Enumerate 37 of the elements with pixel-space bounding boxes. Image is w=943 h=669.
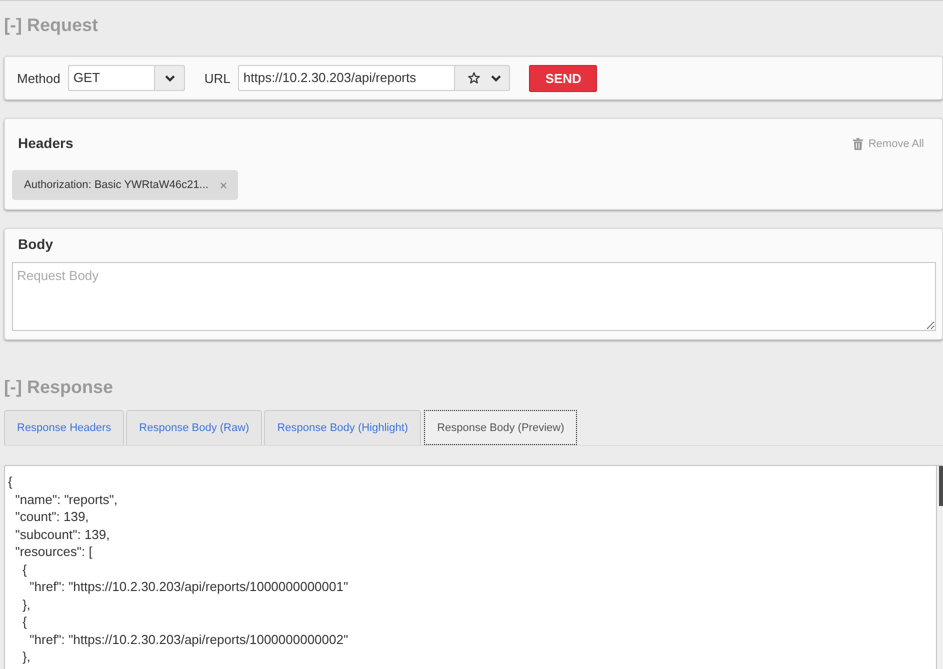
tab[interactable]: Response Body (Preview) bbox=[424, 410, 578, 445]
caret-icon bbox=[490, 74, 501, 82]
send-button[interactable]: SEND bbox=[529, 64, 598, 92]
code-line: "href": "https://10.2.30.203/api/reports/1000000000001" bbox=[28, 578, 348, 596]
section-title[interactable]: [-] Response bbox=[4, 376, 114, 398]
remove-all-button[interactable]: Remove All bbox=[853, 138, 924, 150]
url-label: URL bbox=[204, 70, 230, 86]
close-icon bbox=[220, 182, 228, 188]
history-dropdown-button[interactable] bbox=[482, 65, 510, 91]
request-body-field[interactable]: Request Body bbox=[12, 262, 936, 331]
code-line: { bbox=[8, 473, 12, 490]
tab[interactable]: Response Body (Raw) bbox=[126, 410, 262, 445]
method-dropdown-button[interactable] bbox=[155, 65, 186, 91]
method-label: Method bbox=[17, 70, 60, 86]
bookmark-button[interactable] bbox=[455, 65, 482, 91]
code-line: "count": 139, bbox=[14, 508, 89, 526]
url-field[interactable]: https://10.2.30.203/api/reports bbox=[238, 65, 456, 91]
caret-icon bbox=[164, 74, 175, 82]
code-line: { bbox=[21, 560, 27, 578]
remove-header-button[interactable] bbox=[220, 182, 228, 188]
tab[interactable]: Response Headers bbox=[4, 410, 124, 445]
star-icon bbox=[468, 72, 480, 84]
tab[interactable]: Response Body (Highlight) bbox=[264, 410, 422, 445]
method-field[interactable]: GET bbox=[68, 65, 156, 91]
headers-title: Headers bbox=[18, 135, 74, 152]
code-line: "subcount": 139, bbox=[14, 526, 110, 543]
header-tag-text: Authorization: Basic YWRtaW46c21... bbox=[24, 179, 208, 191]
code-line: "resources": [ bbox=[14, 543, 92, 560]
code-line: }, bbox=[21, 648, 30, 666]
trash-icon bbox=[853, 138, 864, 150]
code-line: }, bbox=[21, 596, 30, 613]
code-line: "name": "reports", bbox=[14, 490, 118, 508]
scrollbar-thumb[interactable] bbox=[939, 466, 943, 506]
code-line: "href": "https://10.2.30.203/api/reports/1000000000002" bbox=[28, 630, 348, 648]
body-title: Body bbox=[17, 236, 53, 253]
code-line: { bbox=[21, 613, 27, 630]
section-title[interactable]: [-] Request bbox=[4, 14, 98, 36]
